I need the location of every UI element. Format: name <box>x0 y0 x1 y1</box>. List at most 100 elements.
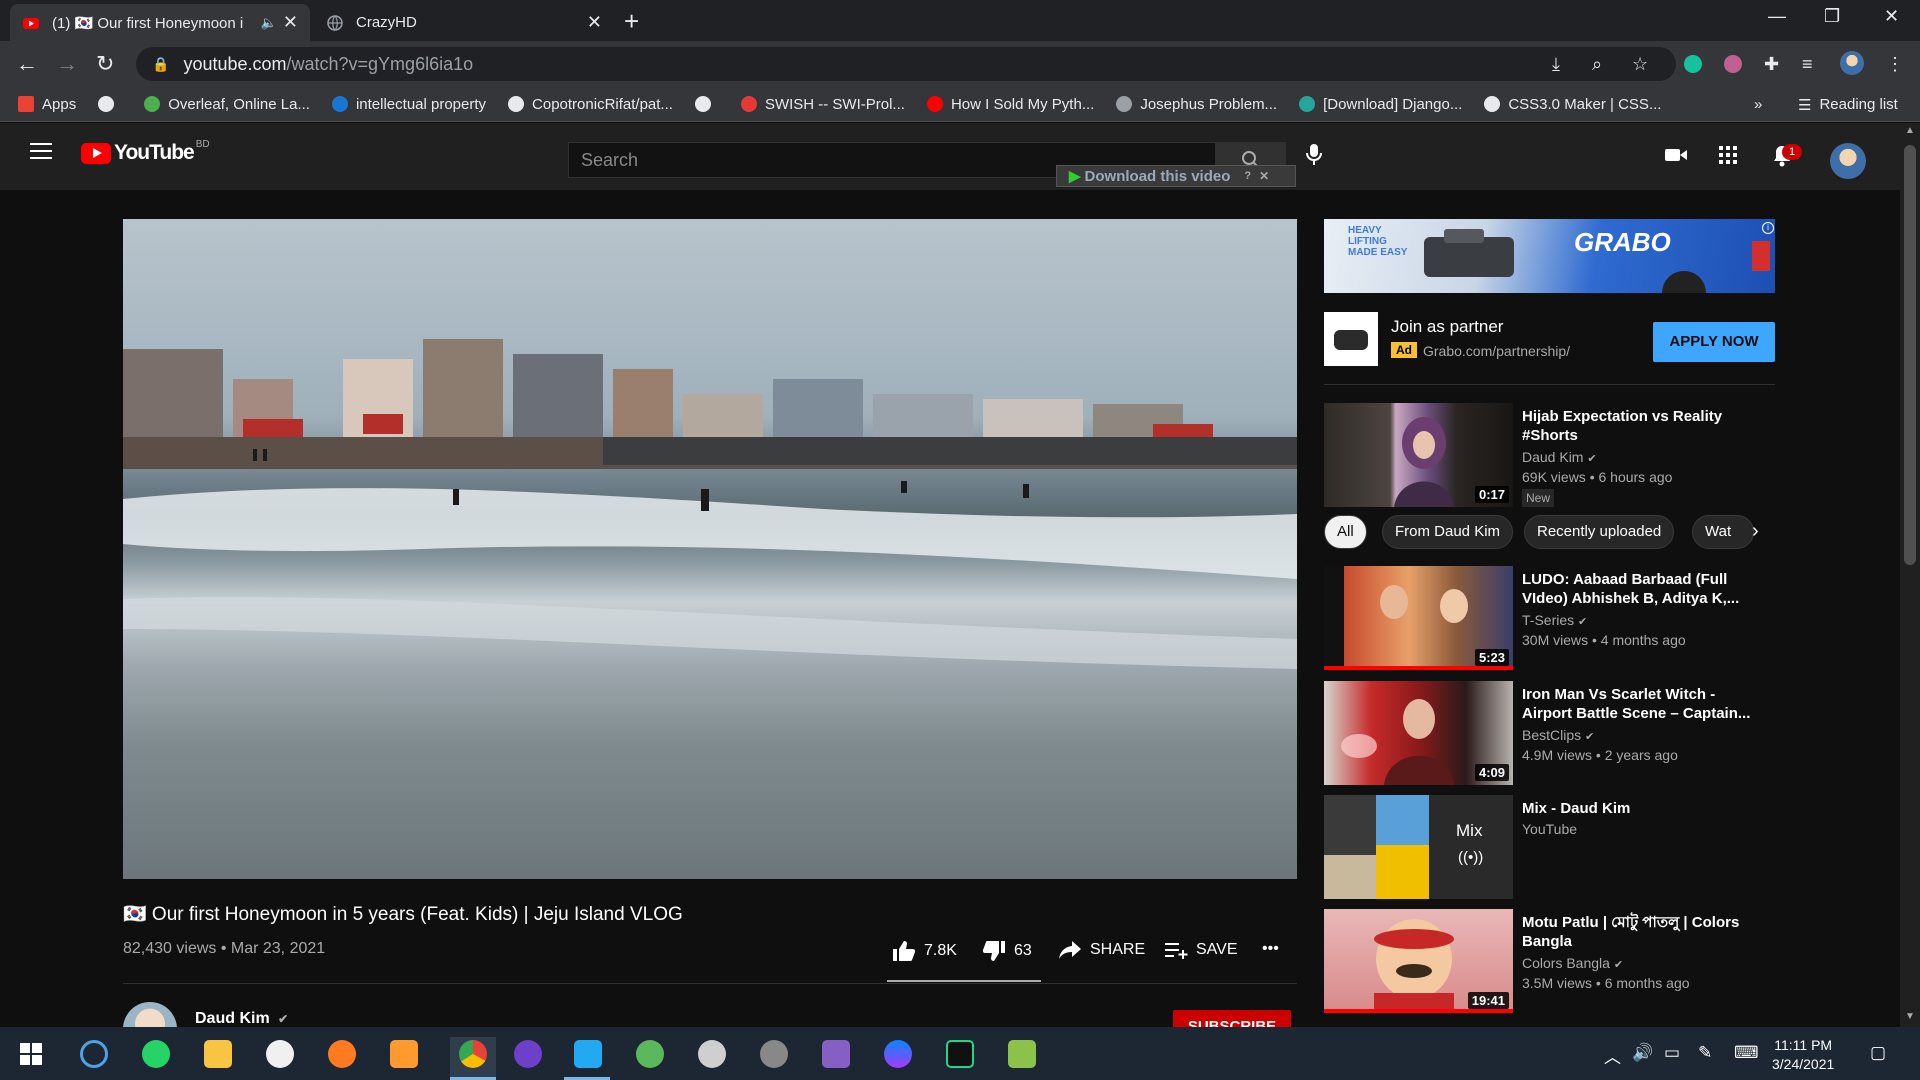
save-button[interactable]: SAVE <box>1164 940 1238 960</box>
bookmark-item[interactable]: [Download] Django... <box>1299 96 1462 113</box>
tab-crazyhd[interactable]: CrazyHD ✕ <box>314 4 614 41</box>
help-icon[interactable]: ? <box>1244 170 1251 182</box>
bookmark-item[interactable]: CSS3.0 Maker | CSS... <box>1484 96 1661 113</box>
more-actions-button[interactable]: ••• <box>1262 940 1279 958</box>
scroll-up-icon[interactable]: ▲ <box>1905 125 1915 136</box>
chevron-right-icon[interactable]: › <box>1752 520 1759 543</box>
close-tab-icon[interactable]: ✕ <box>283 12 298 33</box>
bookmark-item[interactable]: intellectual property <box>331 96 486 113</box>
minimize-icon[interactable]: — <box>1768 6 1786 27</box>
vscode-icon[interactable] <box>574 1040 602 1068</box>
ad-thumbnail[interactable] <box>1324 312 1378 366</box>
menu-hamburger-icon[interactable] <box>30 143 52 161</box>
cortana-icon[interactable] <box>80 1040 108 1068</box>
volume-icon[interactable]: 🔊 <box>1632 1043 1653 1063</box>
keyboard-icon[interactable]: ⌨ <box>1734 1043 1759 1063</box>
bookmark-item[interactable]: CopotronicRifat/pat... <box>508 96 673 113</box>
chrome-menu-icon[interactable]: ⋮ <box>1886 54 1904 75</box>
chip-recently-uploaded[interactable]: Recently uploaded <box>1524 515 1675 549</box>
reload-icon[interactable]: ↻ <box>96 51 114 77</box>
video-thumbnail[interactable]: 19:41 <box>1324 909 1513 1013</box>
video-thumbnail[interactable]: 5:23 <box>1324 566 1513 670</box>
like-button[interactable]: 7.8K <box>892 940 957 962</box>
tab-youtube[interactable]: (1) 🇰🇷 Our first Honeymoon i 🔈 ✕ <box>10 4 310 41</box>
github-desktop-icon[interactable] <box>514 1040 542 1068</box>
office-app-icon[interactable] <box>390 1040 418 1068</box>
bookmark-item[interactable]: Apps <box>18 96 76 113</box>
app-icon[interactable] <box>698 1040 726 1068</box>
chrome-icon[interactable] <box>459 1040 487 1068</box>
video-thumbnail[interactable]: 0:17 <box>1324 403 1513 507</box>
pen-icon[interactable]: ✎ <box>1698 1043 1712 1063</box>
bookmarks-more-button[interactable]: » <box>1754 87 1762 122</box>
satellite-app-icon[interactable] <box>760 1040 788 1068</box>
page-scrollbar[interactable]: ▲ ▼ <box>1900 123 1920 1027</box>
account-avatar[interactable] <box>1830 143 1866 179</box>
bookmark-item[interactable] <box>98 96 122 112</box>
new-tab-button[interactable]: + <box>624 6 639 37</box>
recommended-video[interactable]: 0:17 Hijab Expectation vs Reality #Short… <box>1324 403 1784 507</box>
back-arrow-icon[interactable]: ← <box>16 51 38 77</box>
file-explorer-icon[interactable] <box>204 1040 232 1068</box>
chip-all[interactable]: All <box>1324 515 1367 549</box>
bookmark-item[interactable]: How I Sold My Pyth... <box>926 96 1094 113</box>
video-thumbnail[interactable]: 4:09 <box>1324 681 1513 785</box>
recommended-video[interactable]: 19:41 Motu Patlu | মোটু পাতলু | Colors B… <box>1324 909 1784 1013</box>
create-video-icon[interactable] <box>1664 145 1688 165</box>
restore-icon[interactable]: ❐ <box>1824 6 1840 27</box>
pycharm-icon[interactable] <box>946 1040 974 1068</box>
download-video-banner[interactable]: ▶ Download this video ? ✕ <box>1056 165 1296 187</box>
zoom-icon[interactable]: ⌕ <box>1592 54 1602 75</box>
notepad-app-icon[interactable] <box>1008 1040 1036 1068</box>
windows-start-icon[interactable] <box>20 1043 42 1065</box>
messenger-icon[interactable] <box>884 1040 912 1068</box>
recommended-video[interactable]: 4:09 Iron Man Vs Scarlet Witch - Airport… <box>1324 681 1784 785</box>
puzzle-extensions-icon[interactable]: ✚ <box>1764 54 1779 75</box>
address-bar[interactable]: 🔒 youtube.com/watch?v=gYmg6l6ia1o <box>136 47 1676 81</box>
network-icon[interactable]: ▭ <box>1664 1043 1680 1063</box>
close-banner-icon[interactable]: ✕ <box>1259 169 1269 183</box>
grammarly-extension-icon[interactable] <box>1684 55 1702 73</box>
system-clock[interactable]: 11:11 PM 3/24/2021 <box>1772 1036 1834 1074</box>
whatsapp-icon[interactable] <box>142 1040 170 1068</box>
forward-arrow-icon[interactable]: → <box>56 51 78 77</box>
media-control-icon[interactable]: ≡ <box>1802 54 1813 75</box>
reading-list-button[interactable]: ☰ Reading list <box>1798 87 1898 122</box>
close-window-icon[interactable]: ✕ <box>1884 6 1899 27</box>
channel-name[interactable]: Daud Kim ✔ <box>195 1010 288 1028</box>
bookmark-item[interactable] <box>694 96 719 112</box>
tab-audio-icon[interactable]: 🔈 <box>261 15 277 31</box>
dislike-button[interactable]: 63 <box>982 940 1032 962</box>
youtube-logo[interactable]: YouTube BD <box>81 139 210 165</box>
ad-title[interactable]: Join as partner <box>1391 317 1503 337</box>
bookmark-star-icon[interactable]: ☆ <box>1632 54 1648 75</box>
profile-avatar[interactable] <box>1840 51 1864 75</box>
microphone-icon[interactable] <box>1306 143 1322 167</box>
extension-icon[interactable] <box>1724 55 1742 73</box>
chip-from-channel[interactable]: From Daud Kim <box>1382 515 1514 549</box>
shield-app-icon[interactable] <box>266 1040 294 1068</box>
scrollbar-thumb[interactable] <box>1904 145 1916 565</box>
globe-app-icon[interactable] <box>636 1040 664 1068</box>
chip-watched[interactable]: Wat <box>1692 515 1754 549</box>
visual-studio-icon[interactable] <box>822 1040 850 1068</box>
video-player[interactable] <box>123 219 1297 879</box>
install-icon[interactable]: ⤓ <box>1552 54 1560 75</box>
apply-now-button[interactable]: APPLY NOW <box>1653 322 1775 362</box>
bookmark-item[interactable]: Josephus Problem... <box>1116 96 1277 113</box>
lock-icon[interactable]: 🔒 <box>152 56 169 73</box>
firefox-icon[interactable] <box>328 1040 356 1068</box>
bookmark-item[interactable]: SWISH -- SWI-Prol... <box>740 96 905 113</box>
close-tab-icon[interactable]: ✕ <box>587 12 602 33</box>
notification-center-icon[interactable]: ▢ <box>1870 1043 1886 1063</box>
tray-chevron-icon[interactable]: ︿ <box>1604 1043 1621 1068</box>
ad-banner-image[interactable]: HEAVY LIFTING MADE EASY GRABO <box>1324 219 1775 293</box>
scroll-down-icon[interactable]: ▼ <box>1905 1011 1915 1022</box>
share-button[interactable]: SHARE <box>1058 940 1145 960</box>
bookmark-item[interactable]: Overleaf, Online La... <box>144 96 310 113</box>
apps-grid-icon[interactable] <box>1718 145 1738 165</box>
ad-info-icon[interactable]: i <box>1762 222 1774 234</box>
recommended-mix[interactable]: Mix ((•)) Mix - Daud Kim YouTube <box>1324 795 1784 899</box>
recommended-video[interactable]: 5:23 LUDO: Aabaad Barbaad (Full VIdeo) A… <box>1324 566 1784 670</box>
mix-thumbnail[interactable]: Mix ((•)) <box>1324 795 1513 899</box>
